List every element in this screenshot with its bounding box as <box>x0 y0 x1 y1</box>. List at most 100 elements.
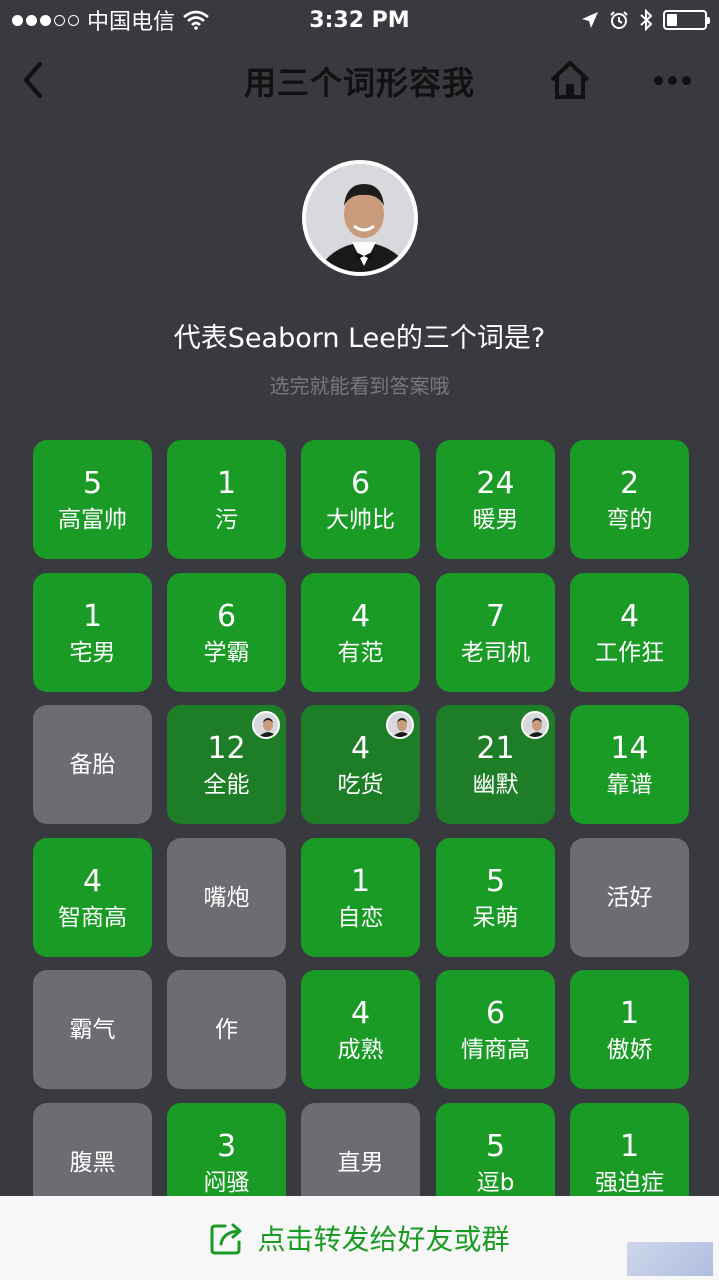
status-bar: 中国电信 3:32 PM <box>0 0 719 40</box>
word-label: 工作狂 <box>595 639 664 666</box>
word-tile[interactable]: 4 有范 <box>301 573 420 692</box>
location-arrow-icon <box>582 12 598 28</box>
vote-count: 1 <box>619 1128 640 1164</box>
vote-count: 1 <box>82 598 103 634</box>
vote-count: 21 <box>476 730 515 766</box>
word-tile[interactable]: 1污 <box>167 440 286 559</box>
vote-count: 14 <box>610 730 649 766</box>
word-tile[interactable]: 5 呆萌 <box>436 838 555 957</box>
selected-avatar-icon <box>386 711 414 739</box>
word-label: 逗b <box>476 1169 515 1196</box>
word-label: 智商高 <box>58 904 127 931</box>
word-tile[interactable]: 24 暖男 <box>436 440 555 559</box>
page-title: 用三个词形容我 <box>243 64 475 102</box>
word-tile[interactable]: 5 高富帅 <box>33 440 152 559</box>
word-label: 宅男 <box>69 639 116 666</box>
word-label: 作 <box>215 1016 238 1043</box>
word-label: 直男 <box>337 1149 384 1176</box>
avatar <box>302 160 418 276</box>
word-tile[interactable]: 12 全能 <box>167 705 286 824</box>
vote-count: 5 <box>485 863 506 899</box>
word-label: 闷骚 <box>203 1169 250 1196</box>
word-tile[interactable]: 1 傲娇 <box>570 970 689 1089</box>
word-label: 高富帅 <box>58 506 127 533</box>
word-label: 全能 <box>203 771 250 798</box>
vote-count: 2 <box>619 465 640 501</box>
word-tile[interactable]: 作 <box>167 970 286 1089</box>
vote-count: 4 <box>619 598 640 634</box>
vote-count: 6 <box>485 995 506 1031</box>
share-icon <box>210 1223 242 1255</box>
word-label: 暖男 <box>472 506 519 533</box>
bluetooth-icon <box>640 9 653 31</box>
word-tile[interactable]: 4 成熟 <box>301 970 420 1089</box>
vote-count: 4 <box>350 730 371 766</box>
word-tile[interactable]: 6 情商高 <box>436 970 555 1089</box>
more-dots-icon <box>653 75 663 85</box>
vote-count: 7 <box>485 598 506 634</box>
avatar-photo <box>306 164 414 272</box>
vote-count: 5 <box>82 465 103 501</box>
selected-avatar-icon <box>252 711 280 739</box>
question-text: 代表Seaborn Lee的三个词是? <box>173 323 546 354</box>
word-tile[interactable]: 4 工作狂 <box>570 573 689 692</box>
vote-count: 1 <box>619 995 640 1031</box>
home-button[interactable] <box>546 56 594 104</box>
vote-count: 4 <box>350 995 371 1031</box>
word-label: 学霸 <box>203 639 250 666</box>
word-tile[interactable]: 6 大帅比 <box>301 440 420 559</box>
vote-count: 1 <box>216 465 237 501</box>
word-tile[interactable]: 备胎 <box>33 705 152 824</box>
word-label: 备胎 <box>69 751 116 778</box>
word-tile[interactable]: 1 自恋 <box>301 838 420 957</box>
word-tile[interactable]: 6 学霸 <box>167 573 286 692</box>
word-label: 靠谱 <box>606 771 653 798</box>
vote-count: 24 <box>476 465 515 501</box>
alarm-icon <box>610 11 628 29</box>
battery-icon <box>663 10 710 30</box>
vote-count: 5 <box>485 1128 506 1164</box>
word-label: 大帅比 <box>326 506 395 533</box>
selected-avatar-icon <box>521 711 549 739</box>
word-tile[interactable]: 嘴炮 <box>167 838 286 957</box>
word-label: 幽默 <box>472 771 519 798</box>
word-tile[interactable]: 2 弯的 <box>570 440 689 559</box>
vote-count: 6 <box>350 465 371 501</box>
word-label: 情商高 <box>461 1036 530 1063</box>
word-tile[interactable]: 活好 <box>570 838 689 957</box>
word-label: 霸气 <box>69 1016 116 1043</box>
vote-count: 1 <box>350 863 371 899</box>
word-tile[interactable]: 4 吃货 <box>301 705 420 824</box>
vote-count: 4 <box>350 598 371 634</box>
share-label: 点击转发给好友或群 <box>257 1223 510 1256</box>
word-tile[interactable]: 1 宅男 <box>33 573 152 692</box>
vote-count: 6 <box>216 598 237 634</box>
signal-strength-icon <box>12 14 79 26</box>
wifi-icon <box>183 10 209 30</box>
vote-count: 4 <box>82 863 103 899</box>
word-label: 吃货 <box>337 771 384 798</box>
home-icon <box>550 61 590 99</box>
word-tile[interactable]: 7 老司机 <box>436 573 555 692</box>
vote-count: 3 <box>216 1128 237 1164</box>
word-label: 强迫症 <box>595 1169 664 1196</box>
word-tile[interactable]: 4 智商高 <box>33 838 152 957</box>
word-tile[interactable]: 21 幽默 <box>436 705 555 824</box>
word-label: 傲娇 <box>606 1036 653 1063</box>
share-bar[interactable]: 点击转发给好友或群 <box>0 1196 719 1280</box>
word-tile[interactable]: 14 靠谱 <box>570 705 689 824</box>
status-right <box>581 9 710 31</box>
word-label: 有范 <box>337 639 384 666</box>
watermark-logo <box>627 1242 713 1276</box>
hint-text: 选完就能看到答案哦 <box>269 374 450 398</box>
word-label: 腹黑 <box>69 1149 116 1176</box>
word-label: 成熟 <box>337 1036 384 1063</box>
word-label: 弯的 <box>606 506 653 533</box>
status-left: 中国电信 <box>12 4 209 36</box>
app-screen: 中国电信 3:32 PM 用三个词形容我 代表Seaborn Lee的三个词是?… <box>0 0 719 1280</box>
word-tile[interactable]: 霸气 <box>33 970 152 1089</box>
nav-bar: 用三个词形容我 <box>0 40 719 120</box>
word-label: 老司机 <box>461 639 530 666</box>
more-button[interactable] <box>648 56 696 104</box>
word-label: 嘴炮 <box>203 884 250 911</box>
